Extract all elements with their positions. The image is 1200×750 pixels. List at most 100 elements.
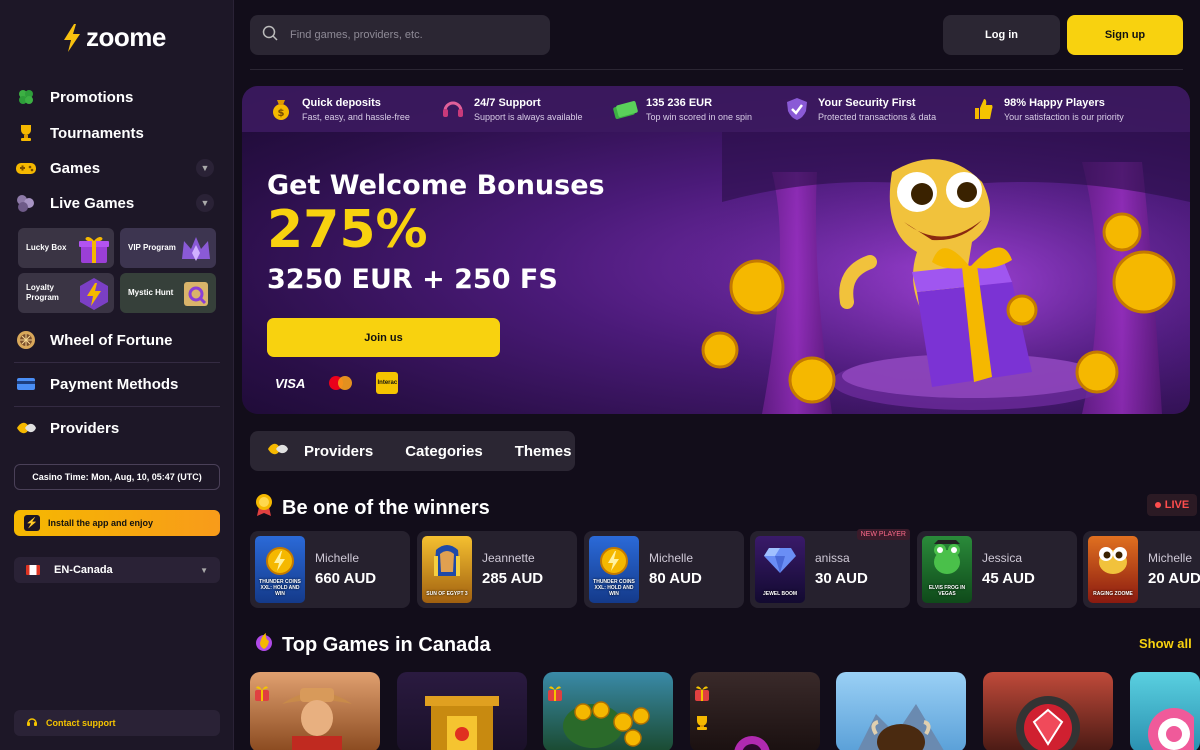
logo[interactable]: zoome (62, 22, 166, 53)
pot-of-gold-illustration (563, 701, 650, 748)
header-divider (250, 69, 1183, 70)
tab-providers[interactable]: Providers (250, 431, 389, 471)
game-tile[interactable] (543, 672, 673, 750)
game-thumbnail: JEWEL BOOM (755, 536, 805, 603)
winner-card[interactable]: RAGING ZOOME Michelle 20 AUD (1083, 531, 1200, 608)
game-tile[interactable] (397, 672, 527, 750)
winner-amount: 30 AUD (815, 570, 868, 587)
promo-card-mystic-hunt[interactable]: Mystic Hunt (120, 273, 216, 313)
sidebar-item-games[interactable]: Games ▼ (14, 151, 220, 185)
logo-text: zoome (86, 22, 166, 52)
sidebar-item-wheel-of-fortune[interactable]: Wheel of Fortune (14, 323, 220, 357)
hero-banner[interactable]: $ Quick deposits Fast, easy, and hassle-f… (242, 86, 1190, 414)
game-thumbnail-title: JEWEL BOOM (762, 591, 798, 597)
pharaoh-icon (434, 545, 460, 576)
top-games-section-title: Top Games in Canada (254, 631, 491, 659)
sidebar-item-promotions[interactable]: Promotions (14, 80, 220, 114)
feature-subtitle: Top win scored in one spin (646, 111, 753, 122)
sidebar-item-label: Providers (50, 419, 120, 437)
trophy-icon (14, 121, 38, 145)
winner-amount: 45 AUD (982, 570, 1035, 587)
search-input[interactable] (290, 29, 530, 41)
fire-ball-icon (254, 631, 274, 659)
sidebar-item-label: Tournaments (50, 124, 144, 142)
contact-support-button[interactable]: Contact support (14, 710, 220, 736)
signup-button[interactable]: Sign up (1067, 15, 1183, 55)
mastercard-icon (329, 376, 353, 390)
credit-card-icon (14, 372, 38, 396)
payment-logos: VISA Interac (275, 372, 399, 394)
game-tile[interactable] (690, 672, 820, 750)
hero-bonus-amount: 3250 EUR + 250 FS (267, 264, 558, 295)
feature-subtitle: Your satisfaction is our priority (1004, 111, 1124, 122)
promo-card-loyalty[interactable]: Loyalty Program (18, 273, 114, 313)
winner-name: Jeannette (482, 551, 535, 565)
divider (14, 406, 220, 407)
feature-support: 24/7 Support Support is always available (440, 86, 612, 132)
purple-orb-illustration (734, 736, 770, 750)
sidebar-item-label: Live Games (50, 194, 135, 212)
game-thumbnail-title: SUN OF EGYPT 3 (426, 591, 468, 597)
candy-illustration (1148, 708, 1194, 750)
game-thumbnail-title: THUNDER COINS XXL: HOLD AND WIN (593, 579, 635, 597)
feature-subtitle: Fast, easy, and hassle-free (302, 111, 410, 122)
show-all-link[interactable]: Show all (1139, 636, 1192, 651)
login-button[interactable]: Log in (943, 15, 1060, 55)
cards-icon (14, 191, 38, 215)
feature-title: Your Security First (818, 96, 916, 109)
crown-icon (182, 237, 210, 261)
feature-subtitle: Protected transactions & data (818, 111, 937, 122)
sidebar-item-providers[interactable]: Providers (14, 411, 220, 445)
promo-grid: Lucky Box VIP Program Loyalty Program My… (18, 228, 216, 313)
promo-card-vip[interactable]: VIP Program (120, 228, 216, 268)
chevron-down-icon[interactable]: ▼ (196, 159, 214, 177)
providers-icon (14, 416, 38, 440)
thumbs-up-icon (970, 96, 996, 122)
winner-amount: 285 AUD (482, 570, 544, 587)
install-label: Install the app and enjoy (48, 518, 154, 528)
feature-title: Quick deposits (302, 96, 381, 109)
game-thumbnail-title: ELVIS FROG IN VEGAS (928, 585, 966, 597)
live-label: LIVE (1164, 499, 1190, 511)
providers-icon (266, 440, 290, 462)
promo-card-label: Mystic Hunt (128, 288, 174, 297)
winner-amount: 20 AUD (1148, 570, 1200, 587)
winner-amount: 660 AUD (315, 570, 377, 587)
winner-card[interactable]: THUNDER COINS XXL: HOLD AND WIN Michelle… (250, 531, 410, 608)
winner-card[interactable]: ELVIS FROG IN VEGAS Jessica 45 AUD (917, 531, 1077, 608)
feature-title: 135 236 EUR (646, 96, 713, 109)
sidebar-item-live-games[interactable]: Live Games ▼ (14, 186, 220, 220)
join-us-button[interactable]: Join us (267, 318, 500, 357)
sidebar-item-label: Promotions (50, 88, 134, 106)
shield-icon (784, 96, 810, 122)
game-tile[interactable] (836, 672, 966, 750)
winner-card[interactable]: THUNDER COINS XXL: HOLD AND WIN Michelle… (584, 531, 744, 608)
cash-icon (612, 96, 638, 122)
game-thumbnail: THUNDER COINS XXL: HOLD AND WIN (255, 536, 305, 603)
search-bar[interactable] (250, 15, 550, 55)
game-tile[interactable] (1130, 672, 1200, 750)
game-thumbnail-title: RAGING ZOOME (1093, 591, 1133, 597)
promo-card-label: Loyalty Program (26, 283, 59, 302)
game-thumbnail-title: THUNDER COINS XXL: HOLD AND WIN (259, 579, 301, 597)
gecko-mascot-illustration (642, 132, 1190, 414)
bolt-logo-icon (64, 23, 80, 52)
promo-card-lucky-box[interactable]: Lucky Box (18, 228, 114, 268)
tab-categories[interactable]: Categories (389, 431, 499, 471)
live-badge: LIVE (1147, 494, 1197, 516)
feature-top-win: 135 236 EUR Top win scored in one spin (612, 86, 784, 132)
install-app-button[interactable]: ⚡ Install the app and enjoy (14, 510, 220, 536)
game-tile[interactable] (983, 672, 1113, 750)
sidebar-item-label: Wheel of Fortune (50, 331, 173, 349)
sidebar-item-tournaments[interactable]: Tournaments (14, 116, 220, 150)
language-select[interactable]: EN-Canada ▼ (14, 557, 220, 583)
winner-card[interactable]: SUN OF EGYPT 3 Jeannette 285 AUD (417, 531, 577, 608)
tab-themes[interactable]: Themes (499, 431, 588, 471)
support-label: Contact support (46, 718, 116, 728)
coin-icon (266, 547, 294, 575)
chevron-down-icon[interactable]: ▼ (196, 194, 214, 212)
game-thumbnail: RAGING ZOOME (1088, 536, 1138, 603)
winner-card[interactable]: NEW PLAYER JEWEL BOOM anissa 30 AUD (750, 529, 910, 608)
game-tile[interactable] (250, 672, 380, 750)
sidebar-item-payment-methods[interactable]: Payment Methods (14, 367, 220, 401)
